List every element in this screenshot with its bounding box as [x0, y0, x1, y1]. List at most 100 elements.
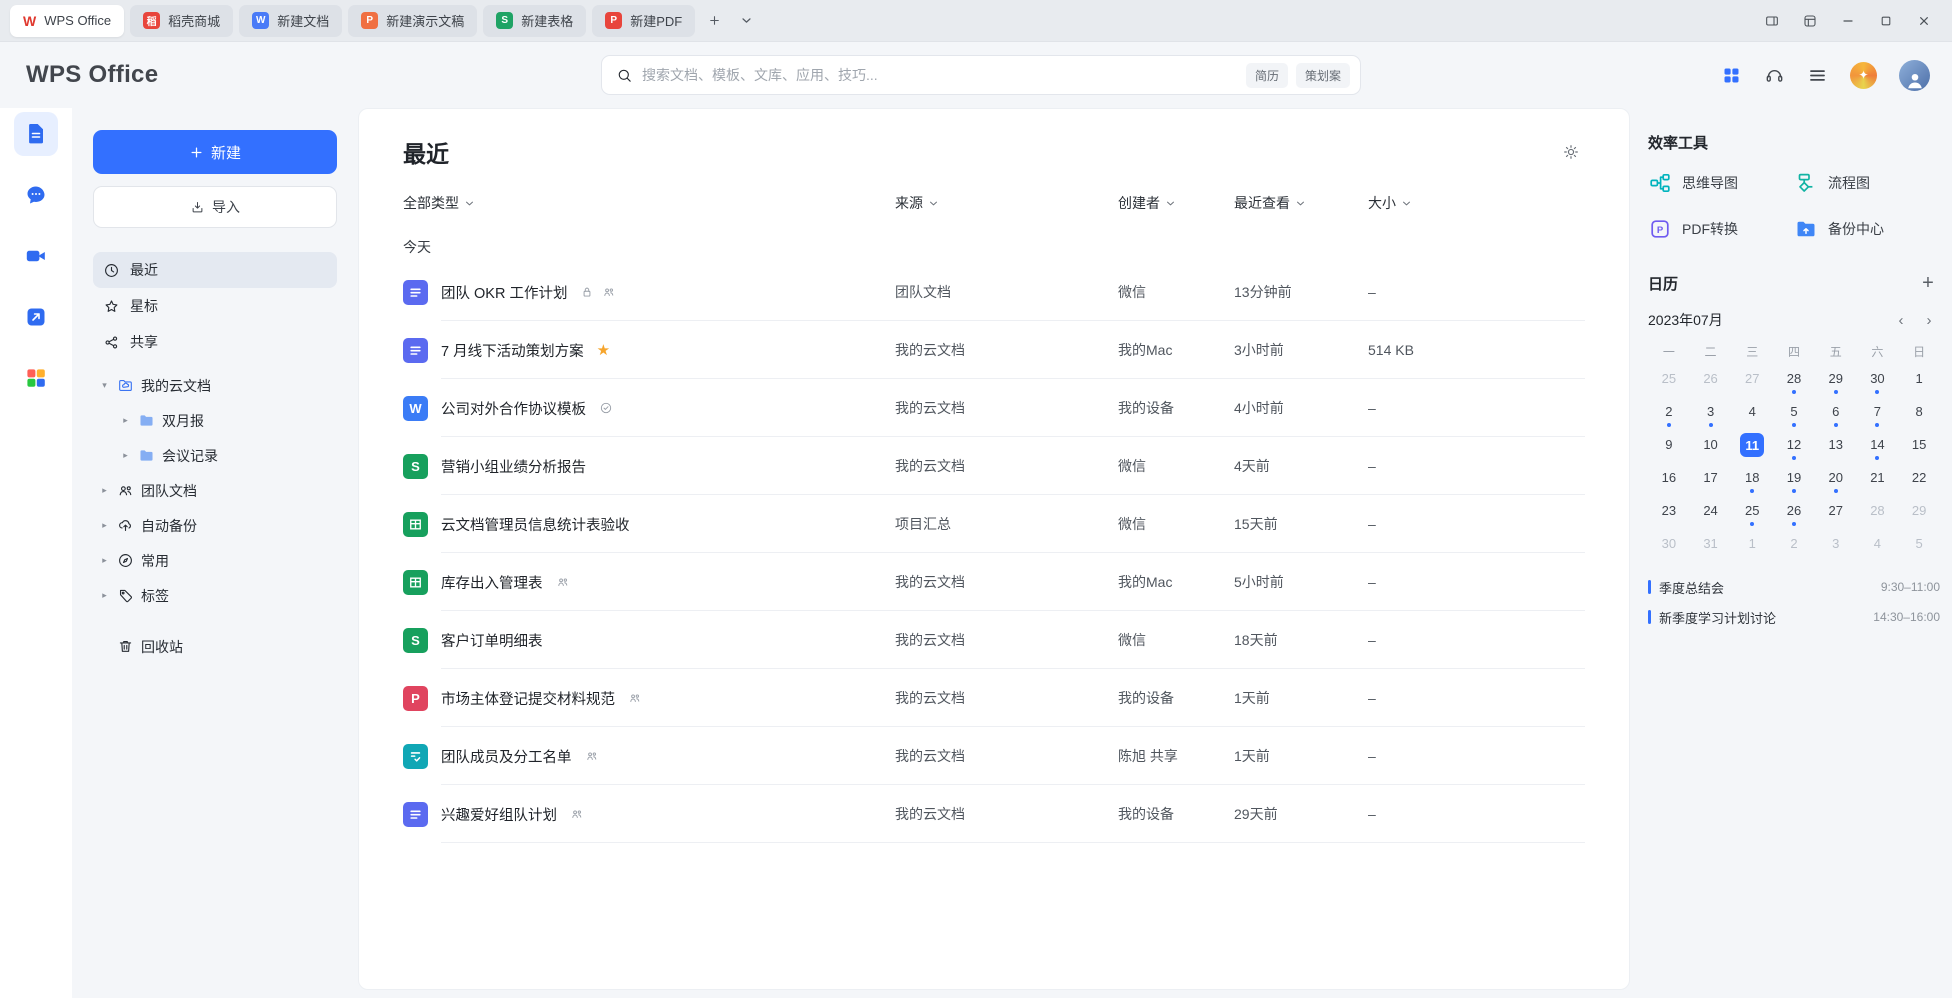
- file-row[interactable]: S客户订单明细表我的云文档微信18天前–: [403, 611, 1585, 669]
- tree-item-backup[interactable]: ▸自动备份: [93, 508, 337, 543]
- file-row[interactable]: 团队 OKR 工作计划团队文档微信13分钟前–: [403, 263, 1585, 321]
- filter-4[interactable]: 大小: [1368, 193, 1585, 213]
- calendar-day[interactable]: 5: [1773, 397, 1815, 430]
- event-item[interactable]: 新季度学习计划讨论14:30–16:00: [1648, 602, 1940, 632]
- calendar-day[interactable]: 5: [1898, 529, 1940, 562]
- calendar-day[interactable]: 6: [1815, 397, 1857, 430]
- calendar-day[interactable]: 26: [1690, 364, 1732, 397]
- calendar-day[interactable]: 16: [1648, 463, 1690, 496]
- filter-1[interactable]: 来源: [895, 193, 1118, 213]
- calendar-day[interactable]: 25: [1731, 496, 1773, 529]
- tool-pdf-convert[interactable]: PPDF转换: [1648, 217, 1794, 241]
- tree-item-cloud-folder[interactable]: ▾我的云文档: [93, 368, 337, 403]
- file-row[interactable]: 库存出入管理表我的云文档我的Mac5小时前–: [403, 553, 1585, 611]
- tool-mindmap[interactable]: 思维导图: [1648, 171, 1794, 195]
- search-tag-1[interactable]: 策划案: [1296, 63, 1350, 88]
- calendar-day[interactable]: 25: [1648, 364, 1690, 397]
- calendar-day[interactable]: 30: [1857, 364, 1899, 397]
- prev-month-button[interactable]: ‹: [1890, 309, 1912, 331]
- calendar-day[interactable]: 29: [1815, 364, 1857, 397]
- calendar-day[interactable]: 14: [1857, 430, 1899, 463]
- calendar-day[interactable]: 29: [1898, 496, 1940, 529]
- tab-docer-store[interactable]: 稻稻壳商城: [130, 5, 233, 37]
- add-tab-button[interactable]: [701, 8, 727, 34]
- tree-item-team[interactable]: ▸团队文档: [93, 473, 337, 508]
- rail-item-office-suite[interactable]: [14, 356, 58, 400]
- tool-flowchart[interactable]: 流程图: [1794, 171, 1940, 195]
- tab-presentation-file[interactable]: P新建演示文稿: [348, 5, 477, 37]
- calendar-day[interactable]: 1: [1731, 529, 1773, 562]
- calendar-day[interactable]: 1: [1898, 364, 1940, 397]
- sidebar-item-star[interactable]: 星标: [93, 288, 337, 324]
- calendar-day[interactable]: 20: [1815, 463, 1857, 496]
- rail-item-documents[interactable]: [14, 112, 58, 156]
- new-document-button[interactable]: 新建: [93, 130, 337, 174]
- add-event-button[interactable]: +: [1916, 271, 1940, 295]
- rail-item-chat[interactable]: [14, 173, 58, 217]
- tab-list-chevron-button[interactable]: [733, 8, 759, 34]
- avatar[interactable]: [1899, 60, 1930, 91]
- filter-0[interactable]: 全部类型: [403, 193, 895, 213]
- support-headset-button[interactable]: [1764, 65, 1785, 86]
- tab-wps-logo[interactable]: WWPS Office: [10, 5, 124, 37]
- sidebar-item-clock[interactable]: 最近: [93, 252, 337, 288]
- minimize-button[interactable]: [1830, 6, 1866, 36]
- calendar-day[interactable]: 28: [1857, 496, 1899, 529]
- sidebar-item-share[interactable]: 共享: [93, 324, 337, 360]
- file-row[interactable]: 兴趣爱好组队计划我的云文档我的设备29天前–: [403, 785, 1585, 843]
- calendar-day[interactable]: 7: [1857, 397, 1899, 430]
- calendar-day[interactable]: 12: [1773, 430, 1815, 463]
- tree-item-folder[interactable]: ▸会议记录: [93, 438, 337, 473]
- filter-3[interactable]: 最近查看: [1234, 193, 1368, 213]
- list-settings-button[interactable]: [1557, 138, 1585, 166]
- main-menu-button[interactable]: [1807, 65, 1828, 86]
- membership-button[interactable]: ✦: [1850, 62, 1877, 89]
- search-tag-0[interactable]: 简历: [1246, 63, 1288, 88]
- file-row[interactable]: 云文档管理员信息统计表验收项目汇总微信15天前–: [403, 495, 1585, 553]
- file-row[interactable]: 团队成员及分工名单我的云文档陈旭 共享1天前–: [403, 727, 1585, 785]
- calendar-day[interactable]: 2: [1773, 529, 1815, 562]
- calendar-day[interactable]: 22: [1898, 463, 1940, 496]
- calendar-day[interactable]: 11: [1731, 430, 1773, 463]
- search-input[interactable]: [642, 67, 1238, 83]
- panel-toggle-button[interactable]: [1754, 6, 1790, 36]
- calendar-day[interactable]: 30: [1648, 529, 1690, 562]
- calendar-day[interactable]: 23: [1648, 496, 1690, 529]
- calendar-day[interactable]: 27: [1731, 364, 1773, 397]
- tab-spreadsheet-file[interactable]: S新建表格: [483, 5, 586, 37]
- calendar-day[interactable]: 27: [1815, 496, 1857, 529]
- tab-pdf-file[interactable]: P新建PDF: [592, 5, 695, 37]
- tool-backup-center[interactable]: 备份中心: [1794, 217, 1940, 241]
- calendar-day[interactable]: 4: [1731, 397, 1773, 430]
- calendar-day[interactable]: 10: [1690, 430, 1732, 463]
- rail-item-apps[interactable]: [14, 295, 58, 339]
- import-button[interactable]: 导入: [93, 186, 337, 228]
- filter-2[interactable]: 创建者: [1118, 193, 1234, 213]
- next-month-button[interactable]: ›: [1918, 309, 1940, 331]
- calendar-day[interactable]: 26: [1773, 496, 1815, 529]
- calendar-day[interactable]: 9: [1648, 430, 1690, 463]
- calendar-day[interactable]: 13: [1815, 430, 1857, 463]
- sidebar-item-trash[interactable]: 回收站: [93, 629, 337, 664]
- close-button[interactable]: [1906, 6, 1942, 36]
- calendar-day[interactable]: 15: [1898, 430, 1940, 463]
- calendar-day[interactable]: 24: [1690, 496, 1732, 529]
- search-bar[interactable]: 简历策划案: [601, 55, 1361, 95]
- calendar-day[interactable]: 17: [1690, 463, 1732, 496]
- rail-item-meeting[interactable]: [14, 234, 58, 278]
- calendar-day[interactable]: 19: [1773, 463, 1815, 496]
- apps-grid-button[interactable]: [1721, 65, 1742, 86]
- app-box-button[interactable]: [1792, 6, 1828, 36]
- calendar-day[interactable]: 31: [1690, 529, 1732, 562]
- tab-writer-file[interactable]: W新建文档: [239, 5, 342, 37]
- file-row[interactable]: 7 月线下活动策划方案★我的云文档我的Mac3小时前514 KB: [403, 321, 1585, 379]
- calendar-day[interactable]: 3: [1815, 529, 1857, 562]
- file-row[interactable]: W公司对外合作协议模板我的云文档我的设备4小时前–: [403, 379, 1585, 437]
- calendar-day[interactable]: 2: [1648, 397, 1690, 430]
- calendar-day[interactable]: 18: [1731, 463, 1773, 496]
- calendar-day[interactable]: 28: [1773, 364, 1815, 397]
- tree-item-folder[interactable]: ▸双月报: [93, 403, 337, 438]
- calendar-day[interactable]: 4: [1857, 529, 1899, 562]
- tree-item-tag[interactable]: ▸标签: [93, 578, 337, 613]
- file-row[interactable]: S营销小组业绩分析报告我的云文档微信4天前–: [403, 437, 1585, 495]
